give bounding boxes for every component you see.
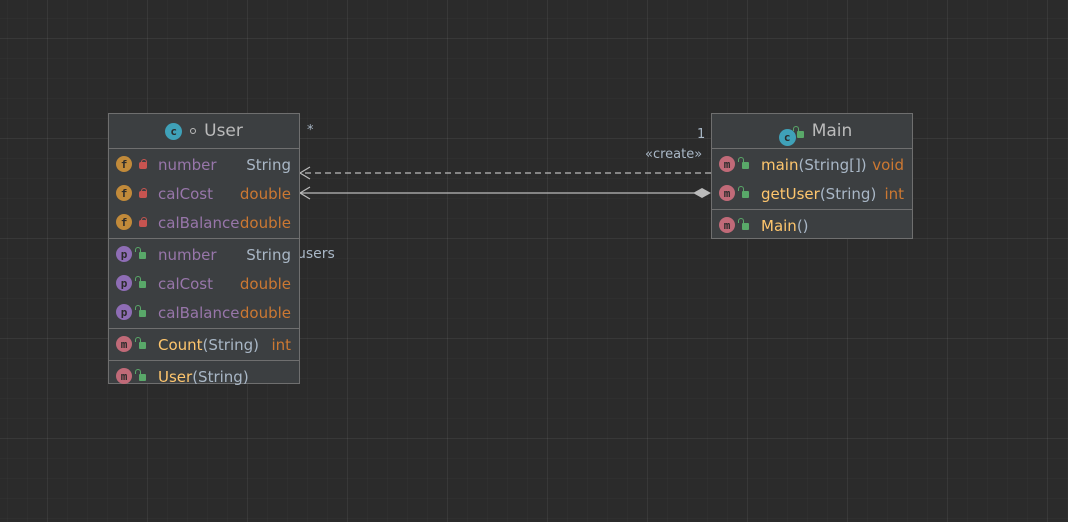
main-class-box[interactable]: c Main m main(String[]) void m getUser(S…	[711, 113, 913, 239]
role-label: users	[297, 246, 335, 262]
field-icon: f	[116, 214, 132, 230]
main-class-header[interactable]: c Main	[712, 114, 912, 149]
field-name: calCost	[158, 184, 213, 203]
method-args: (String)	[819, 184, 877, 203]
public-unlock-icon	[135, 247, 146, 259]
main-methods: m main(String[]) void m getUser(String) …	[712, 149, 912, 210]
property-row[interactable]: p calBalance double	[109, 298, 299, 327]
field-type: double	[239, 184, 291, 203]
method-name: Count	[158, 335, 203, 354]
property-name: number	[158, 245, 217, 264]
main-class-title: Main	[811, 121, 853, 141]
user-class-header[interactable]: c User	[109, 114, 299, 149]
field-row[interactable]: f calBalance double	[109, 208, 299, 237]
user-class-title: User	[204, 121, 243, 141]
public-unlock-icon	[135, 305, 146, 317]
public-unlock-icon	[738, 186, 749, 198]
main-constructors: m Main()	[712, 210, 912, 241]
public-unlock-icon	[135, 276, 146, 288]
field-row[interactable]: f calCost double	[109, 179, 299, 208]
package-private-icon	[190, 128, 197, 134]
composition-diamond	[693, 188, 711, 198]
method-icon: m	[116, 368, 132, 384]
constructor-signature: User(String)	[158, 368, 249, 386]
constructor-args: ()	[796, 216, 809, 235]
field-type: String	[246, 155, 291, 174]
property-name: calCost	[158, 274, 213, 293]
private-lock-icon	[139, 217, 147, 227]
method-return-type: void	[872, 155, 904, 174]
user-private-fields: f number String f calCost double f calBa…	[109, 149, 299, 239]
method-icon: m	[116, 336, 132, 352]
method-row[interactable]: m Count(String) int	[109, 330, 299, 359]
method-row[interactable]: m main(String[]) void	[712, 150, 912, 179]
property-row[interactable]: p number String	[109, 240, 299, 269]
main-class-icon: c	[778, 128, 796, 146]
public-unlock-icon	[738, 218, 749, 230]
constructor-name: User	[158, 367, 193, 386]
method-signature: Count(String)	[158, 336, 259, 354]
private-lock-icon	[139, 188, 147, 198]
field-name: calBalance	[158, 213, 240, 232]
user-class-box[interactable]: c User f number String f calCost double …	[108, 113, 300, 386]
method-args: (String[])	[798, 155, 867, 174]
property-icon: p	[116, 275, 132, 291]
method-icon: m	[719, 156, 735, 172]
public-unlock-icon	[135, 369, 146, 381]
constructor-row[interactable]: m Main()	[712, 211, 912, 240]
multiplicity-user: *	[307, 123, 314, 138]
property-type: String	[246, 245, 291, 264]
method-return-type: int	[884, 184, 904, 203]
user-methods: m Count(String) int	[109, 329, 299, 361]
property-icon: p	[116, 304, 132, 320]
method-name: main	[761, 155, 799, 174]
field-type: double	[239, 213, 291, 232]
constructor-name: Main	[761, 216, 797, 235]
constructor-args: (String)	[192, 367, 249, 386]
property-type: double	[239, 274, 291, 293]
public-unlock-icon	[738, 157, 749, 169]
multiplicity-main: 1	[697, 127, 706, 142]
field-name: number	[158, 155, 217, 174]
constructor-row[interactable]: m User(String)	[109, 362, 299, 391]
method-return-type: int	[271, 335, 291, 354]
constructor-signature: Main()	[761, 217, 809, 235]
method-row[interactable]: m getUser(String) int	[712, 179, 912, 208]
user-constructors: m User(String)	[109, 361, 299, 392]
field-row[interactable]: f number String	[109, 150, 299, 179]
create-label: «create»	[645, 147, 703, 162]
method-name: getUser	[761, 184, 820, 203]
property-icon: p	[116, 246, 132, 262]
method-icon: m	[719, 185, 735, 201]
public-unlock-icon	[135, 337, 146, 349]
property-row[interactable]: p calCost double	[109, 269, 299, 298]
property-type: double	[239, 303, 291, 322]
field-icon: f	[116, 156, 132, 172]
public-unlock-icon	[792, 125, 804, 138]
private-lock-icon	[139, 159, 147, 169]
user-properties: p number String p calCost double p calBa…	[109, 239, 299, 329]
field-icon: f	[116, 185, 132, 201]
class-icon: c	[165, 122, 183, 140]
method-signature: main(String[])	[761, 156, 867, 174]
method-icon: m	[719, 217, 735, 233]
method-signature: getUser(String)	[761, 185, 876, 203]
method-args: (String)	[202, 335, 260, 354]
property-name: calBalance	[158, 303, 240, 322]
